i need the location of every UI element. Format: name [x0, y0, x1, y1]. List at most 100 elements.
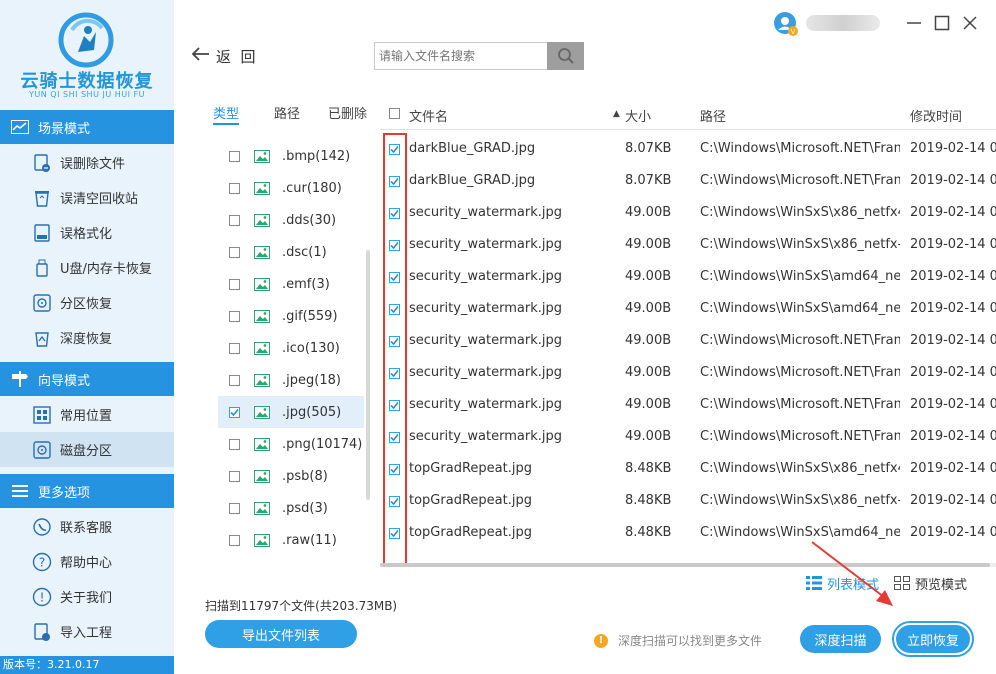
- checkbox[interactable]: [229, 502, 240, 514]
- file-type-item[interactable]: .dds(30): [218, 204, 364, 236]
- user-avatar-icon[interactable]: V: [773, 11, 799, 37]
- table-row[interactable]: security_watermark.jpg 49.00B C:\Windows\M…: [380, 326, 996, 358]
- back-button[interactable]: 返 回: [191, 44, 256, 68]
- file-type-item[interactable]: .jpeg(18): [218, 364, 364, 396]
- format-icon: [32, 223, 52, 243]
- list-icon: [806, 576, 822, 590]
- customer-service-icon: [32, 517, 52, 537]
- tab-type[interactable]: 类型: [213, 103, 240, 125]
- image-file-icon: [254, 277, 270, 291]
- sidebar: 云骑士数据恢复 YUN QI SHI SHU JU HUI FU 场景模式 误删…: [0, 0, 174, 674]
- checkbox[interactable]: [229, 406, 240, 418]
- minimize-button[interactable]: [903, 12, 925, 34]
- file-type-item[interactable]: .jpg(505): [218, 396, 364, 428]
- file-size-cell: 49.00B: [625, 333, 672, 348]
- deep-scan-button[interactable]: 深度扫描: [800, 625, 881, 653]
- modified-time-cell: 2019-02-14 02: [910, 397, 996, 412]
- sidebar-item[interactable]: 磁盘分区: [0, 432, 174, 467]
- select-all-checkbox[interactable]: [389, 108, 400, 119]
- section-scene-mode-label: 场景模式: [38, 121, 91, 137]
- table-row[interactable]: darkBlue_GRAD.jpg 8.07KB C:\Windows\Micros…: [380, 134, 996, 166]
- file-type-item[interactable]: .gif(559): [218, 300, 364, 332]
- help-icon: ?: [32, 552, 52, 572]
- table-row[interactable]: security_watermark.jpg 49.00B C:\Windows\W…: [380, 262, 996, 294]
- sidebar-item-label: 常用位置: [60, 409, 113, 424]
- sidebar-item[interactable]: 分区恢复: [0, 285, 174, 320]
- section-scene-mode: 场景模式: [0, 110, 174, 144]
- table-row[interactable]: security_watermark.jpg 49.00B C:\Windows\M…: [380, 390, 996, 422]
- sidebar-item[interactable]: 联系客服: [0, 509, 174, 544]
- recover-now-button[interactable]: 立即恢复: [896, 625, 970, 653]
- sidebar-item[interactable]: U盘/内存卡恢复: [0, 250, 174, 285]
- info-icon: !: [32, 587, 52, 607]
- image-file-icon: [254, 373, 270, 387]
- type-list-scrollbar[interactable]: [366, 250, 370, 500]
- export-list-button[interactable]: 导出文件列表: [205, 620, 357, 648]
- checkbox[interactable]: [229, 214, 240, 226]
- checkbox[interactable]: [229, 150, 240, 162]
- sidebar-item[interactable]: 导入工程: [0, 614, 174, 649]
- table-row[interactable]: security_watermark.jpg 49.00B C:\Windows\W…: [380, 198, 996, 230]
- file-type-item[interactable]: .png(10174): [218, 428, 364, 460]
- file-type-item[interactable]: .raw(11): [218, 524, 364, 556]
- table-row[interactable]: topGradRepeat.jpg 8.48KB C:\Windows\WinSxS…: [380, 454, 996, 486]
- file-type-item[interactable]: .psb(8): [218, 460, 364, 492]
- sidebar-item[interactable]: 误格式化: [0, 215, 174, 250]
- table-row[interactable]: security_watermark.jpg 49.00B C:\Windows\M…: [380, 358, 996, 390]
- table-header: 文件名 ▲ 大小 路径 修改时间: [380, 98, 996, 130]
- checkbox[interactable]: [229, 374, 240, 386]
- table-row[interactable]: topGradRepeat.jpg 8.48KB C:\Windows\WinSxS…: [380, 486, 996, 518]
- table-row[interactable]: security_watermark.jpg 49.00B C:\Windows\W…: [380, 230, 996, 262]
- checkbox[interactable]: [229, 534, 240, 546]
- table-hscroll-thumb[interactable]: [380, 563, 990, 567]
- file-type-item[interactable]: .bmp(142): [218, 140, 364, 172]
- checkbox[interactable]: [229, 278, 240, 290]
- preview-mode-button[interactable]: 预览模式: [894, 574, 967, 593]
- file-type-item[interactable]: .emf(3): [218, 268, 364, 300]
- checkbox[interactable]: [229, 342, 240, 354]
- table-row[interactable]: topGradRepeat.jpg 8.48KB C:\Windows\WinSxS…: [380, 518, 996, 550]
- file-name-cell: topGradRepeat.jpg: [409, 461, 532, 476]
- table-row[interactable]: security_watermark.jpg 49.00B C:\Windows\M…: [380, 422, 996, 454]
- sidebar-item[interactable]: 误删除文件: [0, 145, 174, 180]
- checkbox[interactable]: [229, 246, 240, 258]
- header-size[interactable]: 大小: [625, 106, 651, 125]
- checkbox[interactable]: [229, 470, 240, 482]
- sidebar-item[interactable]: 常用位置: [0, 397, 174, 432]
- file-type-label: .jpg(505): [282, 404, 342, 420]
- file-name-cell: topGradRepeat.jpg: [409, 525, 532, 540]
- file-type-item[interactable]: .ico(130): [218, 332, 364, 364]
- table-row[interactable]: security_watermark.jpg 49.00B C:\Windows\W…: [380, 294, 996, 326]
- sidebar-item[interactable]: 误清空回收站: [0, 180, 174, 215]
- file-type-item[interactable]: .dsc(1): [218, 236, 364, 268]
- tab-path[interactable]: 路径: [274, 103, 300, 125]
- header-name[interactable]: 文件名: [409, 106, 448, 125]
- maximize-button[interactable]: [931, 12, 953, 34]
- file-name-cell: security_watermark.jpg: [409, 397, 562, 412]
- checkbox[interactable]: [229, 310, 240, 322]
- file-type-item[interactable]: .psd(3): [218, 492, 364, 524]
- close-button[interactable]: [959, 12, 981, 34]
- header-time[interactable]: 修改时间: [910, 106, 962, 125]
- file-type-label: .raw(11): [282, 532, 337, 548]
- file-name-cell: security_watermark.jpg: [409, 301, 562, 316]
- search-button[interactable]: [547, 42, 584, 70]
- tab-deleted[interactable]: 已删除: [328, 103, 367, 125]
- modified-time-cell: 2019-02-14 02: [910, 365, 996, 380]
- file-type-item[interactable]: .cur(180): [218, 172, 364, 204]
- sidebar-item[interactable]: 深度恢复: [0, 320, 174, 355]
- checkbox[interactable]: [229, 438, 240, 450]
- table-row[interactable]: darkBlue_GRAD.jpg 8.07KB C:\Windows\Micros…: [380, 166, 996, 198]
- sidebar-item-label: 分区恢复: [60, 297, 113, 312]
- checkbox[interactable]: [229, 182, 240, 194]
- grid-icon: [894, 576, 910, 590]
- sidebar-item[interactable]: ? 帮助中心: [0, 544, 174, 579]
- header-path[interactable]: 路径: [700, 106, 726, 125]
- file-path-cell: C:\Windows\Microsoft.NET\Fram...: [700, 429, 900, 444]
- file-size-cell: 49.00B: [625, 365, 672, 380]
- list-mode-button[interactable]: 列表模式: [806, 574, 879, 593]
- image-file-icon: [254, 181, 270, 195]
- sidebar-item[interactable]: ! 关于我们: [0, 579, 174, 614]
- search-input[interactable]: [375, 43, 547, 69]
- modified-time-cell: 2019-02-14 02: [910, 301, 996, 316]
